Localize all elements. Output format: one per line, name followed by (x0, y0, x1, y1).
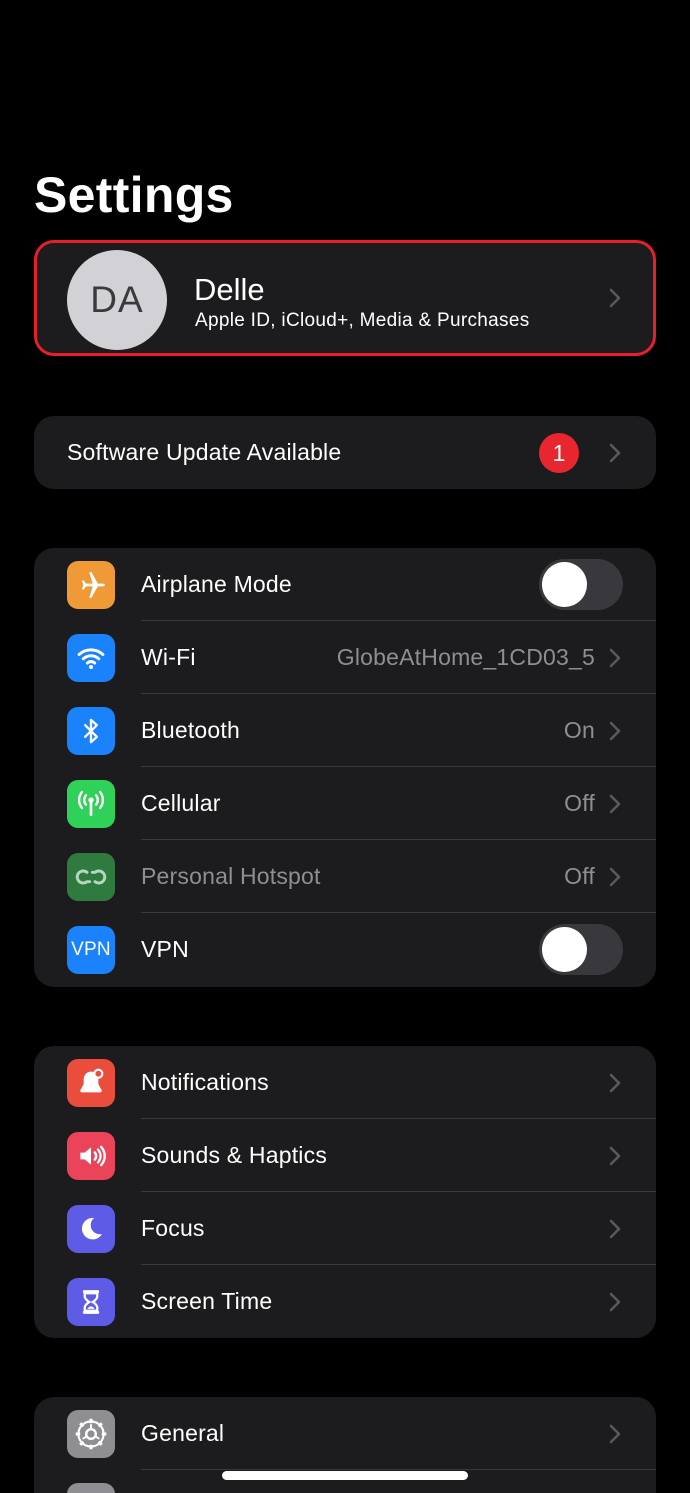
hotspot-icon (67, 853, 115, 901)
apple-id-profile-row[interactable]: DA Delle Apple ID, iCloud+, Media & Purc… (34, 240, 656, 356)
chevron-right-icon (608, 287, 622, 309)
notifications-icon (67, 1059, 115, 1107)
bluetooth-row[interactable]: Bluetooth On (34, 694, 656, 767)
general-row[interactable]: General (34, 1397, 656, 1470)
airplane-mode-toggle[interactable] (539, 559, 623, 610)
chevron-right-icon (608, 1072, 622, 1094)
vpn-icon-text: VPN (71, 939, 111, 960)
chevron-right-icon (608, 793, 622, 815)
home-indicator[interactable] (222, 1471, 468, 1480)
general-label: General (141, 1420, 225, 1446)
focus-row[interactable]: Focus (34, 1192, 656, 1265)
chevron-right-icon (608, 1145, 622, 1167)
toggle-knob (542, 927, 587, 972)
chevron-right-icon (608, 647, 622, 669)
personal-hotspot-label: Personal Hotspot (141, 863, 321, 889)
sounds-haptics-label: Sounds & Haptics (141, 1142, 328, 1168)
update-count: 1 (552, 439, 566, 466)
wifi-row[interactable]: Wi-Fi GlobeAtHome_1CD03_5 (34, 621, 656, 694)
connectivity-group: Airplane Mode Wi-Fi GlobeAtHome_1CD03_5 (34, 548, 656, 987)
vpn-toggle[interactable] (539, 924, 623, 975)
gear-icon (67, 1410, 115, 1458)
chevron-right-icon (608, 442, 622, 464)
settings-screen: Settings DA Delle Apple ID, iCloud+, Med… (0, 0, 690, 1493)
focus-label: Focus (141, 1215, 205, 1241)
personal-hotspot-status: Off (564, 863, 595, 889)
notifications-row[interactable]: Notifications (34, 1046, 656, 1119)
airplane-mode-label: Airplane Mode (141, 571, 292, 597)
airplane-icon (67, 561, 115, 609)
focus-moon-icon (67, 1205, 115, 1253)
vpn-label: VPN (141, 936, 189, 962)
cellular-label: Cellular (141, 790, 221, 816)
screen-time-row[interactable]: Screen Time (34, 1265, 656, 1338)
software-update-row[interactable]: Software Update Available 1 (34, 416, 656, 489)
cellular-status: Off (564, 790, 595, 816)
chevron-right-icon (608, 1218, 622, 1240)
chevron-right-icon (608, 866, 622, 888)
notifications-group: Notifications Sounds & Haptics Focus Scr… (34, 1046, 656, 1338)
bluetooth-label: Bluetooth (141, 717, 240, 743)
sounds-icon (67, 1132, 115, 1180)
cellular-row[interactable]: Cellular Off (34, 767, 656, 840)
screen-time-label: Screen Time (141, 1288, 273, 1314)
page-title: Settings (34, 167, 234, 223)
chevron-right-icon (608, 1291, 622, 1313)
airplane-mode-row: Airplane Mode (34, 548, 656, 621)
profile-name: Delle (194, 272, 265, 307)
wifi-label: Wi-Fi (141, 644, 196, 670)
avatar: DA (67, 250, 167, 350)
bluetooth-icon (67, 707, 115, 755)
chevron-right-icon (608, 720, 622, 742)
avatar-initials: DA (90, 279, 144, 320)
wifi-icon (67, 634, 115, 682)
vpn-icon: VPN (67, 926, 115, 974)
sounds-haptics-row[interactable]: Sounds & Haptics (34, 1119, 656, 1192)
vpn-row: VPN VPN (34, 913, 656, 986)
wifi-network-name: GlobeAtHome_1CD03_5 (336, 644, 595, 670)
notifications-label: Notifications (141, 1069, 269, 1095)
chevron-right-icon (608, 1423, 622, 1445)
control-center-icon (67, 1483, 115, 1493)
bluetooth-status: On (563, 717, 595, 743)
profile-subtitle: Apple ID, iCloud+, Media & Purchases (195, 310, 530, 331)
update-count-badge: 1 (539, 433, 579, 473)
toggle-knob (542, 562, 587, 607)
software-update-label: Software Update Available (67, 439, 342, 465)
personal-hotspot-row[interactable]: Personal Hotspot Off (34, 840, 656, 913)
cellular-icon (67, 780, 115, 828)
hourglass-icon (67, 1278, 115, 1326)
